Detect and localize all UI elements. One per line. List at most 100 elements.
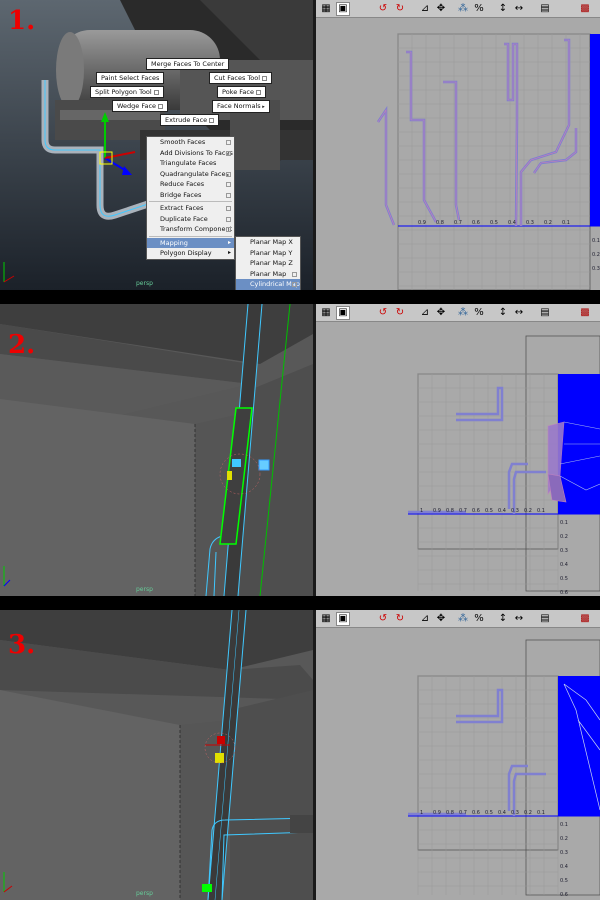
- menu-item-quadrangulate[interactable]: Quadrangulate Faces: [147, 169, 234, 180]
- mm-face-normals[interactable]: Face Normals ▸: [212, 100, 270, 113]
- flip-h-icon[interactable]: ↔: [512, 2, 526, 16]
- mm-extrude-face[interactable]: Extrude Face: [160, 114, 220, 126]
- menu-item-add-divisions[interactable]: Add Divisions To Faces: [147, 148, 234, 159]
- uv-snapshot-icon[interactable]: ▣: [336, 2, 350, 16]
- percent-icon[interactable]: %: [472, 306, 486, 320]
- step-number: 3.: [8, 630, 36, 660]
- move-uv-icon[interactable]: ✥: [434, 306, 448, 320]
- uv-texture-editor[interactable]: ▦ ▣ ↺ ↻ ⊿ ✥ ⁂ % ↕ ↔ ▤ ▩ 0.9 0.8 0.7 0.6 0.5 0…: [316, 0, 600, 290]
- uv-axis-tick-label: 0.8: [436, 220, 444, 226]
- uv-axis-tick-label: 0.4: [560, 864, 568, 870]
- cut-uv-icon[interactable]: ⊿: [418, 612, 432, 626]
- rotate-cw-icon[interactable]: ↻: [393, 2, 407, 16]
- layout-uv-icon[interactable]: ⁂: [456, 2, 470, 16]
- uv-toolbar: ▦ ▣ ↺ ↻ ⊿ ✥ ⁂ % ↕ ↔ ▤ ▩: [316, 610, 600, 628]
- uv-texture-editor[interactable]: ▦ ▣ ↺ ↻ ⊿ ✥ ⁂ % ↕ ↔ ▤ ▩ 1 0.9 0.8 0.7 0.6 0.5…: [316, 304, 600, 596]
- option-box-icon[interactable]: [209, 117, 215, 123]
- uv-axis-tick-label: 0.7: [459, 810, 467, 816]
- uv-axis-tick-label: 0.4: [498, 508, 506, 514]
- rotate-ccw-icon[interactable]: ↺: [376, 612, 390, 626]
- image-icon[interactable]: ▤: [538, 612, 552, 626]
- viewport-3d[interactable]: persp: [0, 304, 313, 596]
- viewport-3d[interactable]: persp: [0, 610, 313, 900]
- step-number: 1.: [8, 6, 36, 36]
- rotate-cw-icon[interactable]: ↻: [393, 612, 407, 626]
- option-box-icon[interactable]: [226, 150, 231, 156]
- uv-axis-tick-label: 0.5: [485, 810, 493, 816]
- uv-axis-tick-label: 0.2: [560, 534, 568, 540]
- menu-item-planar-map[interactable]: Planar Map: [236, 269, 300, 280]
- uv-toolbar: ▦ ▣ ↺ ↻ ⊿ ✥ ⁂ % ↕ ↔ ▤ ▩: [316, 304, 600, 322]
- uv-snapshot-icon[interactable]: ▣: [336, 306, 350, 320]
- move-uv-icon[interactable]: ✥: [434, 2, 448, 16]
- option-box-icon[interactable]: [292, 282, 297, 287]
- option-box-icon[interactable]: [292, 271, 297, 277]
- option-box-icon[interactable]: [226, 192, 231, 198]
- option-box-icon[interactable]: [158, 103, 164, 109]
- menu-item-triangulate[interactable]: Triangulate Faces: [147, 158, 234, 169]
- option-box-icon[interactable]: [226, 206, 231, 211]
- flip-h-icon[interactable]: ↔: [512, 612, 526, 626]
- mm-split-polygon-tool[interactable]: Split Polygon Tool: [90, 86, 164, 98]
- percent-icon[interactable]: %: [472, 612, 486, 626]
- option-box-icon[interactable]: [226, 182, 231, 187]
- layout-uv-icon[interactable]: ⁂: [456, 306, 470, 320]
- option-box-icon[interactable]: [226, 171, 231, 177]
- flip-v-icon[interactable]: ↕: [496, 306, 510, 320]
- menu-item-smooth-faces[interactable]: Smooth Faces: [147, 137, 234, 148]
- menu-item-transform-component[interactable]: Transform Component: [147, 224, 234, 235]
- menu-item-planar-map-y[interactable]: Planar Map Y: [236, 248, 300, 259]
- menu-item-reduce-faces[interactable]: Reduce Faces: [147, 179, 234, 190]
- mm-poke-face[interactable]: Poke Face: [217, 86, 266, 98]
- uv-axis-tick-label: 0.6: [560, 590, 568, 596]
- uv-texture-editor[interactable]: ▦ ▣ ↺ ↻ ⊿ ✥ ⁂ % ↕ ↔ ▤ ▩ 1 0.9 0.8 0.7 0.6 0.5…: [316, 610, 600, 900]
- image-icon[interactable]: ▤: [538, 306, 552, 320]
- percent-icon[interactable]: %: [472, 2, 486, 16]
- menu-item-extract-faces[interactable]: Extract Faces: [147, 203, 234, 214]
- cut-uv-icon[interactable]: ⊿: [418, 2, 432, 16]
- mm-paint-select-faces[interactable]: Paint Select Faces: [96, 72, 165, 84]
- menu-item-mapping[interactable]: Mapping ▸: [147, 237, 234, 248]
- option-box-icon[interactable]: [255, 89, 261, 95]
- layout-uv-icon[interactable]: ⁂: [456, 612, 470, 626]
- mm-merge-faces-to-center[interactable]: Merge Faces To Center: [146, 58, 230, 70]
- option-box-icon[interactable]: [226, 216, 231, 222]
- flip-v-icon[interactable]: ↕: [496, 2, 510, 16]
- flip-v-icon[interactable]: ↕: [496, 612, 510, 626]
- mm-cut-faces-tool[interactable]: Cut Faces Tool: [209, 72, 273, 84]
- menu-item-duplicate-face[interactable]: Duplicate Face: [147, 214, 234, 225]
- menu-item-bridge-faces[interactable]: Bridge Faces: [147, 190, 234, 201]
- option-box-icon[interactable]: [153, 89, 159, 95]
- uv-axis-tick-label: 0.6: [560, 892, 568, 898]
- uv-grid-icon[interactable]: ▦: [319, 2, 333, 16]
- display-icon[interactable]: ▩: [578, 2, 592, 16]
- option-box-icon[interactable]: [226, 227, 231, 232]
- uv-axis-tick-label: 0.9: [433, 810, 441, 816]
- cut-uv-icon[interactable]: ⊿: [418, 306, 432, 320]
- uv-snapshot-icon[interactable]: ▣: [336, 612, 350, 626]
- uv-axis-tick-label: 0.2: [524, 810, 532, 816]
- flip-h-icon[interactable]: ↔: [512, 306, 526, 320]
- uv-grid-icon[interactable]: ▦: [319, 612, 333, 626]
- menu-item-planar-map-x[interactable]: Planar Map X: [236, 237, 300, 248]
- mm-wedge-face[interactable]: Wedge Face: [112, 100, 169, 112]
- uv-axis-tick-label: 0.1: [560, 822, 568, 828]
- viewport-3d[interactable]: persp Merge Faces To Center Paint Select…: [0, 0, 313, 290]
- camera-label: persp: [136, 890, 153, 897]
- uv-grid-icon[interactable]: ▦: [319, 306, 333, 320]
- option-box-icon[interactable]: [226, 140, 231, 145]
- rotate-cw-icon[interactable]: ↻: [393, 306, 407, 320]
- rotate-ccw-icon[interactable]: ↺: [376, 2, 390, 16]
- option-box-icon[interactable]: [262, 75, 268, 81]
- menu-item-polygon-display[interactable]: Polygon Display ▸: [147, 248, 234, 259]
- move-uv-icon[interactable]: ✥: [434, 612, 448, 626]
- uv-axis-tick-label: 0.1: [562, 220, 570, 226]
- uv-axis-tick-label: 0.3: [560, 548, 568, 554]
- display-icon[interactable]: ▩: [578, 306, 592, 320]
- rotate-ccw-icon[interactable]: ↺: [376, 306, 390, 320]
- menu-item-planar-map-z[interactable]: Planar Map Z: [236, 258, 300, 269]
- menu-item-cylindrical-map[interactable]: Cylindrical Map: [236, 279, 300, 290]
- display-icon[interactable]: ▩: [578, 612, 592, 626]
- image-icon[interactable]: ▤: [538, 2, 552, 16]
- camera-label: persp: [136, 280, 153, 287]
